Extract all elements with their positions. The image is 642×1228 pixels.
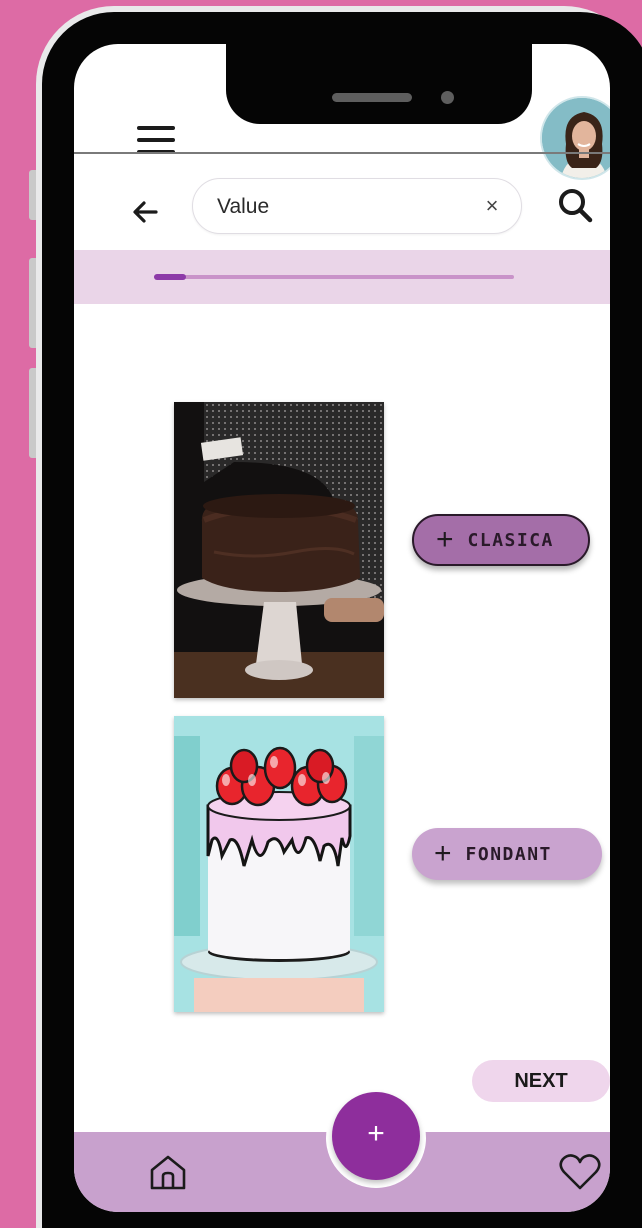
cake-image-clasica (174, 402, 384, 698)
add-clasica-button[interactable]: + CLASICA (412, 514, 590, 566)
fondant-cake-image (174, 716, 384, 1012)
arrow-left-icon (133, 201, 158, 223)
home-button[interactable] (146, 1150, 190, 1194)
avatar[interactable] (540, 96, 610, 180)
user-photo-icon (542, 98, 610, 178)
category-label: FONDANT (465, 843, 552, 865)
plus-icon: + (436, 523, 454, 556)
menu-icon-bar (137, 126, 175, 130)
home-icon (150, 1155, 186, 1190)
clear-search-button[interactable]: × (478, 192, 506, 220)
chocolate-cake-image (174, 402, 384, 698)
progress-track (154, 274, 514, 280)
back-button[interactable] (126, 192, 166, 232)
search-input-value: Value (217, 195, 270, 218)
search-input[interactable]: Value × (192, 178, 522, 234)
add-fondant-button[interactable]: + FONDANT (412, 828, 602, 880)
menu-icon-bar (137, 138, 175, 142)
progress-section (74, 250, 610, 304)
category-label: CLASICA (467, 529, 554, 551)
plus-icon: + (434, 837, 452, 870)
notch (226, 44, 532, 124)
speaker (332, 93, 412, 102)
favorites-button[interactable] (556, 1148, 604, 1196)
front-camera (441, 91, 454, 104)
header-divider (74, 152, 610, 154)
heart-icon (559, 1154, 601, 1190)
progress-fill (154, 274, 187, 280)
cake-image-fondant (174, 716, 384, 1012)
search-icon (559, 189, 593, 223)
next-button[interactable]: NEXT (472, 1060, 610, 1102)
search-button[interactable] (552, 182, 600, 230)
app-screen: Value × + CLASICA + FONDANT NEXT + (74, 44, 610, 1212)
add-fab-button[interactable]: + (332, 1092, 420, 1180)
menu-button[interactable] (134, 120, 178, 160)
